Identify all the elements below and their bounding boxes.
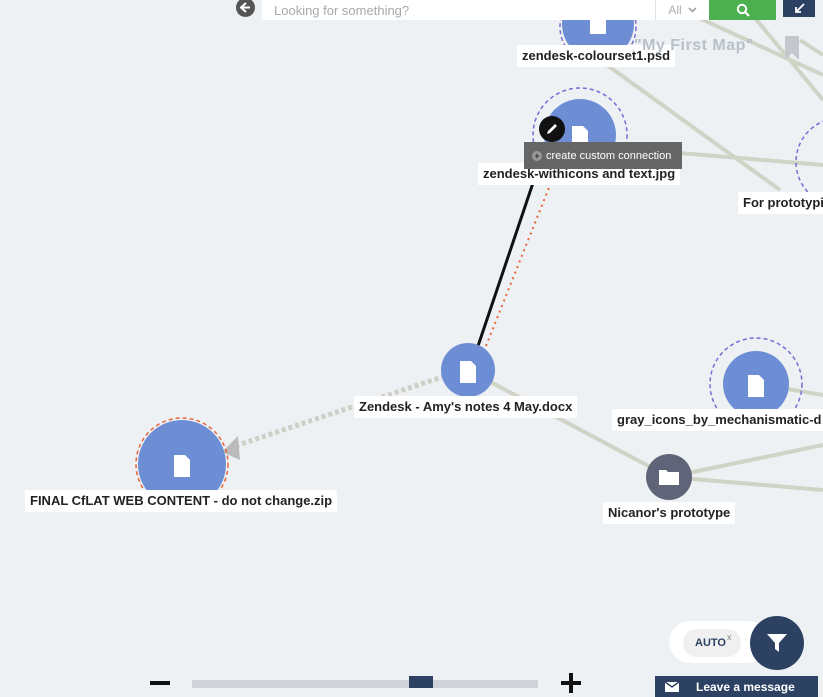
- edge: [668, 443, 823, 479]
- folder-icon: [659, 470, 679, 485]
- zoom-out-button[interactable]: [150, 681, 170, 685]
- search-button[interactable]: [709, 0, 776, 20]
- leave-message-button[interactable]: Leave a message: [655, 676, 818, 697]
- search-scope-value: All: [668, 3, 682, 17]
- plus-icon: +: [532, 150, 542, 161]
- document-icon: [174, 455, 190, 477]
- map-title: "My First Map": [634, 37, 754, 54]
- document-icon: [460, 361, 476, 383]
- auto-close-icon[interactable]: x: [727, 632, 732, 642]
- custom-connection-tooltip: + create custom connection: [524, 142, 682, 169]
- node-label[interactable]: For prototypi: [738, 192, 823, 214]
- node-label[interactable]: gray_icons_by_mechanismatic-d: [612, 409, 823, 431]
- edit-connection-button[interactable]: [539, 116, 565, 142]
- search-input[interactable]: [262, 0, 655, 20]
- node-label[interactable]: FINAL CfLAT WEB CONTENT - do not change.…: [25, 490, 338, 512]
- node-label[interactable]: Zendesk - Amy's notes 4 May.docx: [354, 396, 578, 418]
- filter-button[interactable]: [750, 616, 804, 670]
- search-icon: [736, 3, 750, 17]
- document-icon: [748, 375, 764, 397]
- pencil-icon: [547, 124, 557, 134]
- search-bar: All: [262, 0, 776, 20]
- edge: [668, 475, 823, 492]
- edge: [798, 38, 823, 57]
- custom-connection-preview: [485, 159, 561, 347]
- search-scope-select[interactable]: All: [655, 0, 709, 20]
- zoom-slider-track[interactable]: [192, 680, 538, 688]
- leave-message-label: Leave a message: [696, 679, 795, 694]
- node-label[interactable]: Nicanor's prototype: [603, 502, 736, 524]
- custom-connection-line: [476, 179, 536, 347]
- zoom-slider-thumb[interactable]: [409, 676, 433, 688]
- tooltip-text: create custom connection: [546, 149, 672, 162]
- zoom-in-button[interactable]: [561, 673, 581, 693]
- mind-map-canvas[interactable]: [0, 0, 823, 697]
- collapse-button[interactable]: [783, 0, 815, 17]
- auto-layout-button[interactable]: AUTO: [683, 629, 741, 657]
- filter-icon: [767, 634, 787, 652]
- bookmark-icon[interactable]: [785, 36, 799, 60]
- envelope-icon: [665, 681, 679, 692]
- collapse-icon: [794, 3, 805, 13]
- auto-label: AUTO: [695, 637, 726, 649]
- arrow-left-icon: [240, 2, 250, 13]
- chevron-down-icon: [688, 7, 697, 13]
